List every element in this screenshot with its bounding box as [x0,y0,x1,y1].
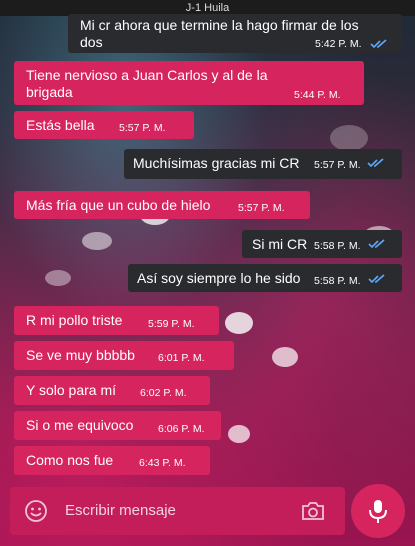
message-text: Y solo para mí [26,382,117,398]
flower-decoration [45,270,71,286]
message-bubble[interactable]: Si mi CR 5:58 P. M. [242,230,402,258]
message-text: Estás bella [26,117,95,133]
emoji-icon[interactable] [24,499,48,523]
message-bubble[interactable]: Si o me equivoco 6:06 P. M. [14,411,221,440]
message-time: 5:42 P. M. [315,38,362,50]
double-check-icon [370,39,387,49]
chat-title-text: J-1 Huila [185,2,230,14]
message-bubble[interactable]: Muchísimas gracias mi CR 5:57 P. M. [124,149,402,179]
message-time: 6:06 P. M. [158,423,205,435]
message-time: 5:59 P. M. [148,318,195,330]
flower-decoration [82,232,112,250]
message-time: 5:58 P. M. [314,240,361,252]
message-bubble[interactable]: Se ve muy bbbbb 6:01 P. M. [14,341,234,370]
message-bubble[interactable]: Tiene nervioso a Juan Carlos y al de la … [14,61,364,105]
message-text: Si o me equivoco [26,417,134,433]
message-bubble[interactable]: Como nos fue 6:43 P. M. [14,446,210,475]
message-time: 5:57 P. M. [119,122,166,134]
flower-decoration [272,347,298,367]
message-text: Tiene nervioso a Juan Carlos y al de la … [26,67,268,100]
message-text: Si mi CR [252,236,308,252]
message-text: Se ve muy bbbbb [26,347,135,363]
flower-decoration [330,125,368,151]
double-check-icon [367,158,384,168]
mic-icon [369,500,387,523]
message-text: Como nos fue [26,452,114,468]
flower-decoration [228,425,250,443]
message-time: 5:57 P. M. [314,159,361,171]
message-time: 5:57 P. M. [238,202,285,214]
flower-decoration [225,312,253,334]
message-bubble[interactable]: R mi pollo triste 5:59 P. M. [14,306,219,335]
mic-button[interactable] [351,484,405,538]
message-text: Muchísimas gracias mi CR [133,155,300,171]
message-input[interactable]: Escribir mensaje [65,502,176,519]
double-check-icon [368,239,385,249]
message-bubble[interactable]: Más fría que un cubo de hielo 5:57 P. M. [14,191,310,219]
message-time: 5:58 P. M. [314,275,361,287]
camera-icon[interactable] [300,500,326,522]
message-bubble[interactable]: Así soy siempre lo he sido 5:58 P. M. [128,264,402,292]
message-bubble[interactable]: Y solo para mí 6:02 P. M. [14,376,210,405]
double-check-icon [368,274,385,284]
message-composer[interactable]: Escribir mensaje [10,487,345,535]
message-time: 6:01 P. M. [158,352,205,364]
message-text: Así soy siempre lo he sido [137,270,301,286]
message-text: Más fría que un cubo de hielo [26,197,211,213]
message-bubble[interactable]: Estás bella 5:57 P. M. [14,111,194,139]
message-time: 5:44 P. M. [294,89,341,101]
message-text: R mi pollo triste [26,312,123,328]
message-time: 6:43 P. M. [139,457,186,469]
message-time: 6:02 P. M. [140,387,187,399]
message-bubble[interactable]: Mi cr ahora que termine la hago firmar d… [68,14,402,53]
